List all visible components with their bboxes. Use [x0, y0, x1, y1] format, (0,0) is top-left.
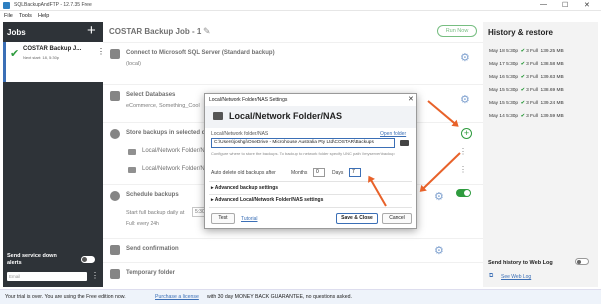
days-label: Days [332, 170, 344, 176]
folder-path-input[interactable]: C:\Users\joshgi\OneDrive - Microhouse Au… [211, 138, 395, 148]
see-web-log-link[interactable]: See Web Log [501, 274, 531, 280]
history-row[interactable]: May 14 5:30p ✔ 3 Full 139.59 MB [489, 114, 564, 119]
advanced-nas-expander[interactable]: ▸ Advanced Local/Network Folder/NAS sett… [211, 197, 323, 203]
history-row[interactable]: May 16 5:30p ✔ 3 Full 139.63 MB [489, 75, 564, 80]
job-list-item[interactable]: ✔ COSTAR Backup J... Next start: 18, 5:3… [3, 42, 105, 82]
months-stepper[interactable]: 0 [313, 168, 325, 177]
open-folder-link[interactable]: Open folder [380, 131, 406, 137]
status-footer: Your trial is over. You are using the Fr… [0, 289, 601, 304]
dialog-title: Local/Network Folder/NAS Settings [209, 97, 288, 103]
service-alerts-label: Send service down alerts [7, 253, 57, 266]
alert-email-input[interactable]: Email [7, 272, 87, 281]
job-next-start: Next start: 18, 5:30p [23, 55, 60, 60]
menu-help[interactable]: Help [38, 13, 49, 19]
months-label: Months [291, 170, 308, 176]
app-logo-icon [3, 2, 10, 9]
title-bar: SQLBackupAndFTP - 12.7.35 Free — ☐ ✕ [0, 0, 601, 11]
purchase-link[interactable]: Purchase a license [155, 294, 199, 300]
divider [209, 194, 412, 195]
dialog-heading: Local/Network Folder/NAS [229, 111, 343, 121]
browse-folder-icon[interactable] [400, 140, 409, 146]
cancel-button[interactable]: Cancel [382, 213, 412, 224]
divider [209, 207, 412, 208]
days-stepper[interactable]: 7 [349, 168, 361, 177]
window-title: SQLBackupAndFTP - 12.7.35 Free [14, 2, 92, 8]
service-alerts-toggle[interactable] [81, 256, 95, 263]
checkmark-icon: ✔ [10, 48, 20, 60]
history-row[interactable]: May 18 5:30p ✔ 3 Full 139.25 MB [489, 49, 564, 54]
guarantee-text: with 30 day MONEY BACK GUARANTEE, no que… [207, 294, 352, 300]
folder-help-text: Configure where to store the backups. To… [211, 151, 395, 156]
add-job-icon[interactable]: + [87, 22, 96, 39]
minimize-button[interactable]: — [540, 1, 547, 8]
divider [209, 181, 412, 182]
menu-tools[interactable]: Tools [19, 13, 32, 19]
dialog-close-icon[interactable]: ✕ [408, 95, 414, 103]
trial-notice: Your trial is over. You are using the Fr… [5, 294, 126, 300]
jobs-sidebar: Jobs + ✔ COSTAR Backup J... Next start: … [3, 22, 105, 287]
history-panel: History & restore May 18 5:30p ✔ 3 Full … [483, 22, 598, 287]
save-close-button[interactable]: Save & Close [336, 213, 378, 224]
auto-delete-label: Auto delete old backups after [211, 170, 276, 176]
add-destination-button[interactable]: + [461, 128, 472, 139]
advanced-backup-expander[interactable]: ▸ Advanced backup settings [211, 185, 278, 191]
test-button[interactable]: Test [211, 213, 235, 224]
maximize-button[interactable]: ☐ [562, 1, 568, 9]
web-log-icon: ⧉ [489, 273, 494, 279]
folder-icon [213, 112, 223, 120]
folder-field-label: Local/Network folder/NAS [211, 131, 269, 137]
history-row[interactable]: May 15 5:30p ✔ 3 Full 139.24 MB [489, 101, 564, 106]
jobs-header: Jobs [7, 28, 26, 37]
web-log-toggle[interactable] [575, 258, 589, 265]
menu-file[interactable]: File [4, 13, 13, 19]
tutorial-link[interactable]: Tutorial [241, 216, 258, 222]
email-more-icon[interactable]: ⋮ [91, 271, 99, 280]
history-row[interactable]: May 17 5:30p ✔ 3 Full 138.58 MB [489, 62, 564, 67]
job-name: COSTAR Backup J... [23, 46, 82, 52]
send-web-log-label: Send history to Web Log [488, 260, 553, 266]
dialog-header: Local/Network Folder/NAS [205, 106, 416, 128]
history-title: History & restore [488, 28, 553, 37]
nas-settings-dialog: Local/Network Folder/NAS Settings ✕ Loca… [204, 93, 417, 229]
schedule-toggle[interactable] [456, 189, 471, 197]
close-button[interactable]: ✕ [584, 1, 590, 9]
history-row[interactable]: May 15 5:30p ✔ 3 Full 138.69 MB [489, 88, 564, 93]
menu-bar: File Tools Help [0, 11, 601, 21]
